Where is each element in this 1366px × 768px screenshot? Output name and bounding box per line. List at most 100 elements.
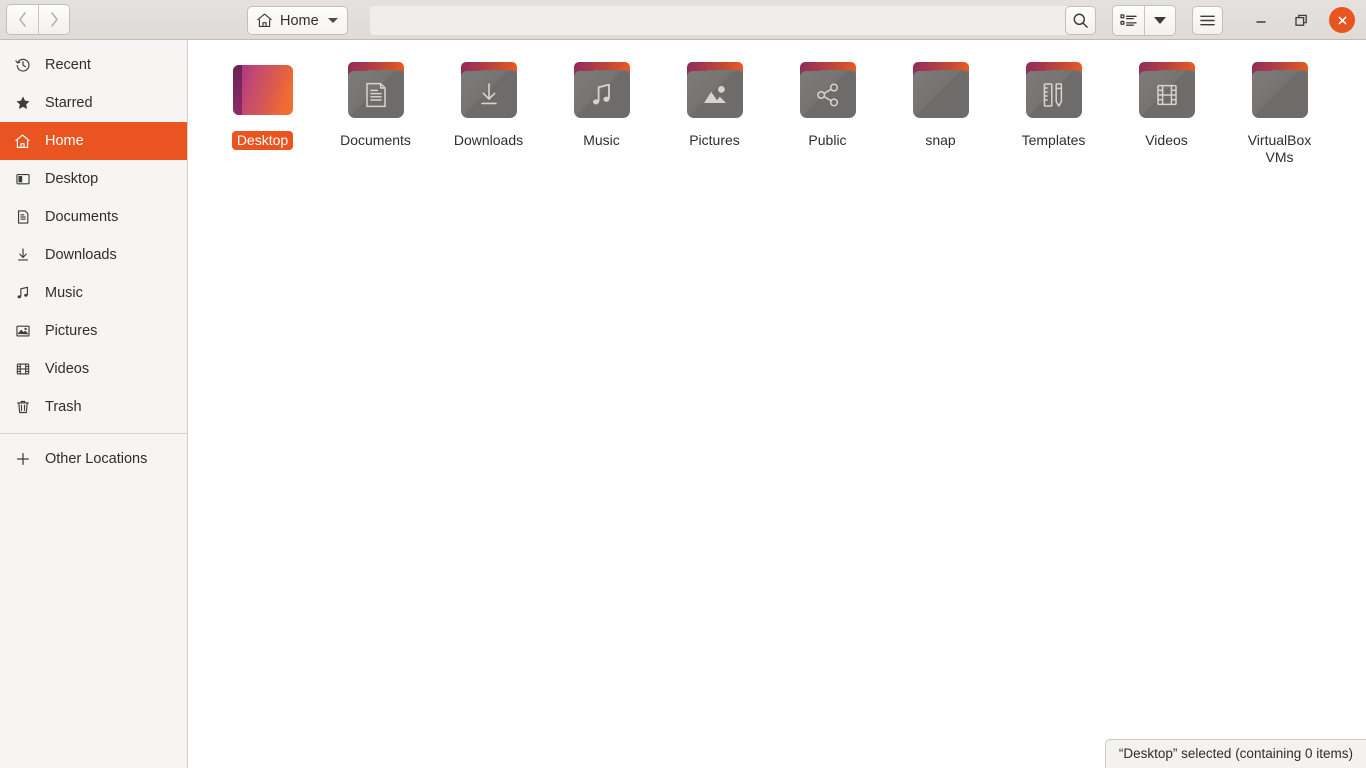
file-item-downloads[interactable]: Downloads [432,54,545,167]
film-icon [1137,71,1197,118]
file-item-videos[interactable]: Videos [1110,54,1223,167]
status-bar: “Desktop” selected (containing 0 items) [1104,739,1366,768]
close-button[interactable] [1329,7,1355,33]
sidebar-item-label: Music [45,285,83,301]
close-icon [1338,16,1346,24]
folder-icon [909,58,973,122]
sidebar-item-other-locations[interactable]: Other Locations [0,440,187,478]
clock-icon [14,57,31,73]
path-bar-home-button[interactable]: Home [247,6,348,35]
file-item-music[interactable]: Music [545,54,658,167]
path-bar-label: Home [280,12,319,29]
navigation-button-group [6,4,70,35]
music-note-icon [14,285,31,301]
back-button[interactable] [7,5,38,34]
file-item-label: Desktop [231,131,294,150]
sidebar-item-label: Downloads [45,247,117,263]
music-note-icon [572,71,632,118]
home-icon [14,133,31,150]
header-bar: Home [0,0,1366,40]
home-icon [256,12,273,29]
document-icon [14,209,31,225]
sidebar-item-downloads[interactable]: Downloads [0,236,187,274]
forward-button[interactable] [38,5,69,34]
window-body: Recent Starred Home Desktop Documents Do… [0,40,1366,768]
file-item-snap[interactable]: snap [884,54,997,167]
search-icon [1073,13,1088,28]
header-actions [1065,0,1360,40]
star-icon [14,95,31,111]
sidebar-item-videos[interactable]: Videos [0,350,187,388]
main-menu-button[interactable] [1192,5,1223,35]
maximize-icon [1294,14,1307,26]
minimize-button[interactable] [1241,0,1281,40]
sidebar-item-pictures[interactable]: Pictures [0,312,187,350]
sidebar-item-home[interactable]: Home [0,122,187,160]
sidebar-item-label: Recent [45,57,91,73]
sidebar-item-label: Trash [45,399,82,415]
sidebar-separator [0,433,187,434]
file-item-label: Pictures [689,132,740,148]
sidebar-item-music[interactable]: Music [0,274,187,312]
sidebar-item-label: Starred [45,95,93,111]
status-text: “Desktop” selected (containing 0 items) [1118,746,1353,761]
sidebar-item-label: Home [45,133,84,149]
address-area[interactable] [370,6,1081,35]
download-icon [14,247,31,263]
file-item-label: VirtualBox VMs [1247,132,1312,165]
sidebar-item-label: Videos [45,361,90,377]
folder-icon [570,58,634,122]
file-item-label: Music [583,132,620,148]
minimize-icon [1256,21,1266,23]
folder-icon [796,58,860,122]
file-item-label: snap [925,132,956,148]
file-item-documents[interactable]: Documents [319,54,432,167]
hamburger-menu-icon [1200,15,1215,25]
sidebar: Recent Starred Home Desktop Documents Do… [0,40,188,768]
share-icon [798,71,858,118]
image-icon [685,71,745,118]
maximize-button[interactable] [1281,0,1321,40]
sidebar-item-trash[interactable]: Trash [0,388,187,426]
folder-icon [1248,58,1312,122]
file-item-pictures[interactable]: Pictures [658,54,771,167]
search-button[interactable] [1065,5,1096,35]
view-options-button[interactable] [1144,5,1175,35]
download-icon [459,71,519,118]
sidebar-item-label: Pictures [45,323,98,339]
file-manager-window: Home Recent Starred Home Desktop Documen… [0,0,1366,768]
file-item-label: Documents [340,132,411,148]
chevron-down-icon [1154,16,1166,24]
folder-icon [1135,58,1199,122]
plus-icon [14,451,31,467]
sidebar-item-starred[interactable]: Starred [0,84,187,122]
film-icon [14,361,31,377]
sidebar-item-label: Documents [45,209,119,225]
file-item-desktop[interactable]: Desktop [206,54,319,167]
sidebar-item-documents[interactable]: Documents [0,198,187,236]
file-item-label: Public [808,132,847,148]
folder-icon [683,58,747,122]
desktop-icon [14,171,31,187]
file-item-label: Downloads [453,132,524,148]
file-item-public[interactable]: Public [771,54,884,167]
chevron-down-icon[interactable] [327,18,338,23]
sidebar-item-label: Desktop [45,171,99,187]
sidebar-item-recent[interactable]: Recent [0,46,187,84]
window-controls [1241,0,1360,40]
folder-icon [344,58,408,122]
file-grid-area[interactable]: Desktop Documents Downloads Music Pictur… [188,40,1366,768]
file-item-templates[interactable]: Templates [997,54,1110,167]
image-icon [14,323,31,339]
file-item-virtualbox-vms[interactable]: VirtualBox VMs [1223,54,1336,167]
trash-icon [14,399,31,415]
ruler-pencil-icon [1024,71,1084,118]
list-view-icon [1120,13,1137,26]
sidebar-item-label: Other Locations [45,451,148,467]
chevron-right-icon [50,12,58,27]
file-item-label: Templates [1021,132,1086,148]
list-view-button[interactable] [1113,5,1144,35]
sidebar-item-desktop[interactable]: Desktop [0,160,187,198]
file-item-label: Videos [1145,132,1188,148]
wallpaper-thumbnail-icon [231,58,295,122]
